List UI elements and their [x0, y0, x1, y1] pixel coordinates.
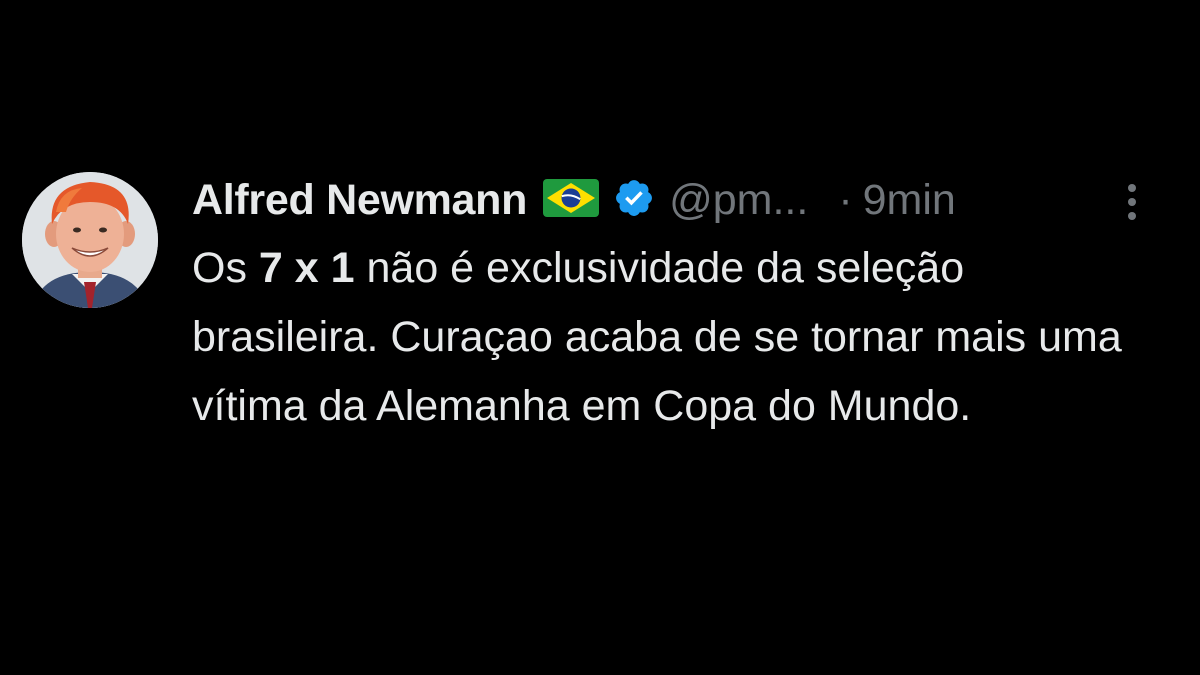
tweet-text-bold: 7 x 1	[258, 244, 355, 292]
separator-dot: ·	[838, 175, 853, 224]
author-name[interactable]: Alfred Newmann	[192, 176, 527, 225]
tweet-content: Alfred Newmann @pm... · 9min Os 7 x 1 nã…	[192, 172, 1152, 441]
avatar[interactable]	[22, 172, 158, 308]
timestamp[interactable]: 9min	[863, 176, 956, 225]
avatar-image	[22, 172, 158, 308]
verified-badge-icon	[613, 177, 655, 224]
brazil-flag-icon	[543, 178, 600, 222]
page: Alfred Newmann @pm... · 9min Os 7 x 1 nã…	[0, 0, 1200, 675]
tweet-text-prefix: Os	[192, 244, 259, 292]
more-options-icon[interactable]	[1122, 180, 1142, 224]
author-handle[interactable]: @pm...	[669, 176, 808, 225]
tweet-text: Os 7 x 1 não é exclusividade da seleção …	[192, 234, 1152, 441]
tweet-header: Alfred Newmann @pm... · 9min	[192, 172, 1152, 228]
